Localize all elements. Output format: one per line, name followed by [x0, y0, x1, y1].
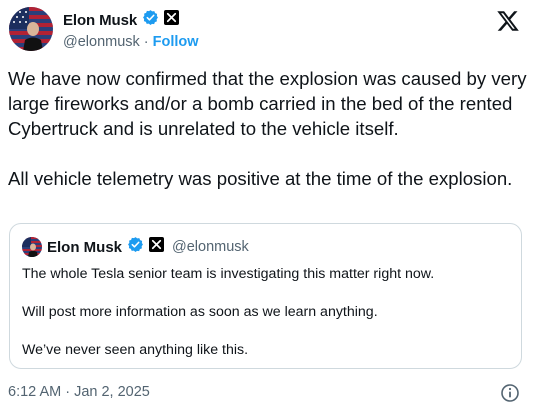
x-affiliate-icon — [149, 237, 165, 257]
author-handle[interactable]: @elonmusk — [63, 34, 140, 50]
x-affiliate-icon — [164, 10, 180, 30]
author-handle-row: @elonmusk · Follow — [63, 34, 199, 50]
follow-button[interactable]: Follow — [153, 34, 199, 50]
quoted-tweet-paragraph: Will post more information as soon as we… — [22, 304, 378, 320]
author-avatar[interactable] — [9, 7, 53, 51]
quoted-tweet-text: The whole Tesla senior team is investiga… — [22, 265, 512, 360]
quoted-author-handle: @elonmusk — [172, 239, 249, 255]
tweet-text: We have now confirmed that the explosion… — [8, 66, 528, 191]
verified-badge-icon — [127, 236, 144, 258]
quoted-tweet-paragraph: The whole Tesla senior team is investiga… — [22, 266, 435, 282]
author-name-row: Elon Musk — [63, 9, 180, 31]
tweet-paragraph: All vehicle telemetry was positive at th… — [8, 168, 513, 189]
quoted-author-name: Elon Musk — [47, 238, 123, 256]
x-logo-icon[interactable] — [496, 9, 520, 33]
separator-dot: · — [143, 34, 149, 50]
quoted-tweet-paragraph: We’ve never seen anything like this. — [22, 342, 249, 358]
quoted-author-avatar — [22, 237, 42, 257]
verified-badge-icon — [142, 9, 159, 31]
quoted-tweet-card[interactable]: Elon Musk @elonmusk The whole Tesla seni… — [9, 223, 522, 369]
tweet-paragraph: We have now confirmed that the explosion… — [8, 68, 527, 139]
author-name[interactable]: Elon Musk — [63, 12, 137, 29]
info-icon[interactable] — [500, 383, 520, 403]
quoted-tweet-header: Elon Musk @elonmusk — [22, 236, 249, 258]
tweet-timestamp[interactable]: 6:12 AM · Jan 2, 2025 — [8, 384, 150, 400]
